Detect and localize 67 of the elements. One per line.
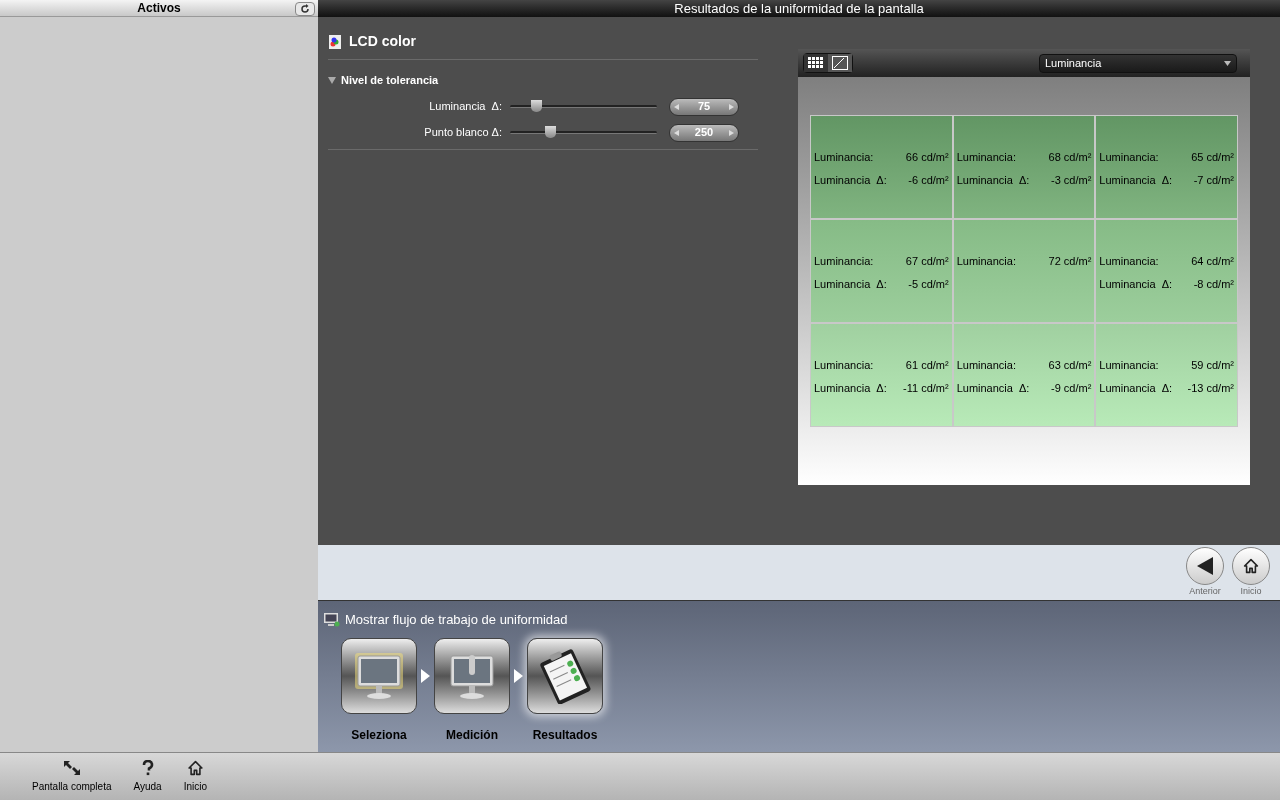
cell-label: Luminancia:	[1099, 150, 1159, 165]
cell-value: -6 cd/m²	[908, 172, 949, 188]
workflow-title: Mostrar flujo de trabajo de uniformidad	[345, 611, 568, 629]
color-document-icon	[328, 33, 343, 50]
cell-label: Luminancia:	[956, 150, 1016, 165]
cell-label: Luminancia Δ:	[956, 172, 1030, 188]
cell-value: 59 cd/m²	[1191, 358, 1234, 373]
monitor-icon	[353, 650, 405, 701]
cell-label: Luminancia Δ:	[1099, 172, 1173, 188]
home-icon	[186, 760, 204, 776]
cell-value: 67 cd/m²	[905, 254, 949, 269]
disclosure-triangle-icon[interactable]	[328, 76, 336, 85]
section-title: Nivel de tolerancia	[341, 73, 439, 88]
cell-value: 61 cd/m²	[905, 358, 949, 373]
help-icon	[140, 760, 155, 776]
step-arrow-icon	[514, 668, 523, 683]
cell-label: Luminancia Δ:	[814, 172, 887, 188]
cell-value: 66 cd/m²	[905, 150, 949, 165]
cell-label: Luminancia Δ:	[1099, 380, 1173, 396]
cell-label: Luminancia Δ:	[814, 380, 887, 396]
back-arrow-icon	[1197, 556, 1213, 575]
fullscreen-button[interactable]: Pantalla completa	[32, 760, 112, 794]
cell-label: Luminancia:	[814, 358, 874, 373]
grid-icon	[808, 57, 824, 69]
dropdown-arrow-icon	[1224, 60, 1231, 66]
cell-value: -9 cd/m²	[1051, 380, 1092, 396]
measure-dropdown[interactable]: Luminancia	[1039, 53, 1237, 73]
cell-value: -3 cd/m²	[1051, 172, 1092, 188]
monitor-icon	[324, 612, 340, 627]
home-button[interactable]: Inicio	[183, 760, 208, 794]
cell-label: Luminancia Δ:	[814, 276, 887, 292]
cell-label: Luminancia:	[1099, 358, 1159, 373]
slider-thumb[interactable]	[544, 126, 556, 138]
slider-label: Luminancia Δ:	[428, 99, 503, 115]
slider-thumb[interactable]	[531, 100, 543, 112]
cell-value: -13 cd/m²	[1187, 380, 1234, 396]
cell-label: Luminancia:	[814, 150, 874, 165]
cell-value: 63 cd/m²	[1048, 358, 1092, 373]
curve-view-button[interactable]	[828, 54, 852, 72]
cell-label: Luminancia:	[1099, 254, 1159, 269]
cell-value: -7 cd/m²	[1193, 172, 1234, 188]
sidebar-title: Activos	[137, 2, 181, 14]
grid-view-button[interactable]	[804, 54, 828, 72]
device-name: LCD color	[349, 32, 416, 51]
cell-value: -8 cd/m²	[1193, 276, 1234, 292]
refresh-icon	[300, 4, 310, 14]
cell-value: 65 cd/m²	[1191, 150, 1234, 165]
cell-label: Luminancia:	[814, 254, 874, 269]
cell-label: Luminancia Δ:	[1099, 276, 1173, 292]
refresh-button[interactable]	[295, 2, 315, 16]
cell-value: -5 cd/m²	[908, 276, 949, 292]
home-icon	[1243, 557, 1259, 574]
cell-label: Luminancia Δ:	[956, 380, 1030, 396]
stepper-value: 250	[694, 125, 714, 141]
slider-label: Punto blanco Δ:	[423, 125, 503, 141]
line-chart-icon	[832, 56, 848, 70]
cell-value: 64 cd/m²	[1191, 254, 1234, 269]
step-arrow-icon	[421, 668, 430, 683]
cell-value: 68 cd/m²	[1048, 150, 1092, 165]
cell-label: Luminancia:	[956, 254, 1016, 269]
cell-label: Luminancia:	[956, 358, 1016, 373]
help-button[interactable]: Ayuda	[133, 760, 162, 794]
expand-arrows-icon	[62, 760, 81, 776]
window-title: Resultados de la uniformidad de la pantalla	[674, 2, 924, 15]
cell-value: -11 cd/m²	[903, 380, 949, 396]
cell-value: 72 cd/m²	[1048, 254, 1092, 269]
stepper-value: 75	[697, 99, 711, 115]
